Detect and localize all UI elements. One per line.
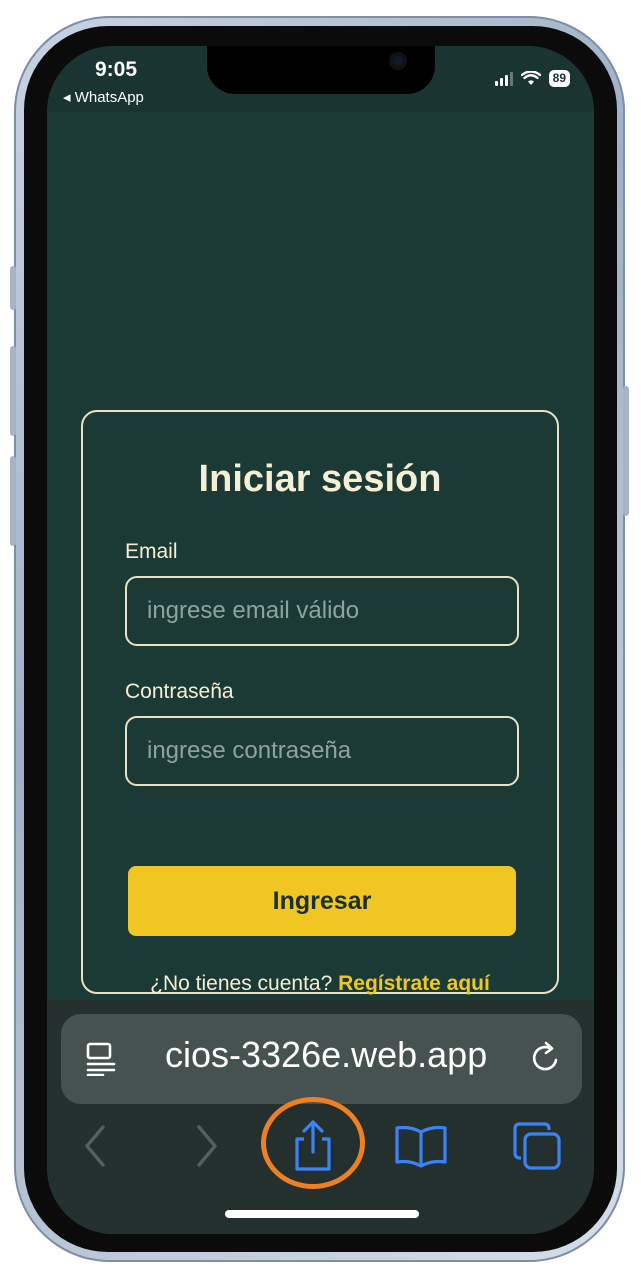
status-bar: 9:05 ◂ WhatsApp 89: [47, 46, 594, 112]
volume-down-button: [10, 456, 16, 546]
book-icon: [395, 1125, 447, 1168]
cellular-signal-icon: [494, 71, 513, 86]
wifi-icon: [520, 71, 541, 85]
reload-icon[interactable]: [528, 1040, 564, 1076]
login-button[interactable]: Ingresar: [128, 866, 516, 936]
volume-up-button: [10, 346, 16, 436]
signup-link[interactable]: Regístrate aquí: [338, 972, 490, 995]
camera-icon: [389, 52, 407, 70]
tabs-button[interactable]: [509, 1118, 565, 1174]
chevron-right-icon: [197, 1125, 217, 1167]
mute-switch: [10, 266, 16, 310]
url-text[interactable]: cios-3326e.web.app: [165, 1034, 487, 1076]
dynamic-island: [207, 46, 435, 94]
bookmarks-button[interactable]: [393, 1118, 449, 1174]
email-field[interactable]: [125, 576, 519, 646]
signup-prompt: ¿No tienes cuenta? Regístrate aquí: [83, 972, 557, 996]
address-bar[interactable]: cios-3326e.web.app: [61, 1014, 582, 1104]
screen: 9:05 ◂ WhatsApp 89 Iniciar sesión Email …: [47, 46, 594, 1234]
chevron-left-icon: [85, 1125, 105, 1167]
home-indicator[interactable]: [225, 1210, 419, 1218]
tabs-icon: [513, 1122, 561, 1170]
forward-button[interactable]: [179, 1118, 235, 1174]
status-time: 9:05: [95, 58, 138, 81]
email-label: Email: [125, 540, 178, 563]
battery-icon: 89: [548, 70, 570, 87]
password-field[interactable]: [125, 716, 519, 786]
share-highlight-circle: [261, 1097, 365, 1189]
back-button[interactable]: [67, 1118, 123, 1174]
page-menu-icon[interactable]: [85, 1042, 117, 1076]
back-to-app-link[interactable]: ◂ WhatsApp: [63, 88, 144, 106]
login-card: Iniciar sesión Email Contraseña Ingresar…: [81, 410, 559, 996]
login-title: Iniciar sesión: [198, 458, 442, 500]
status-icons: 89: [494, 70, 570, 87]
password-label: Contraseña: [125, 680, 234, 703]
power-button: [623, 386, 629, 516]
no-account-text: ¿No tienes cuenta?: [150, 972, 339, 995]
